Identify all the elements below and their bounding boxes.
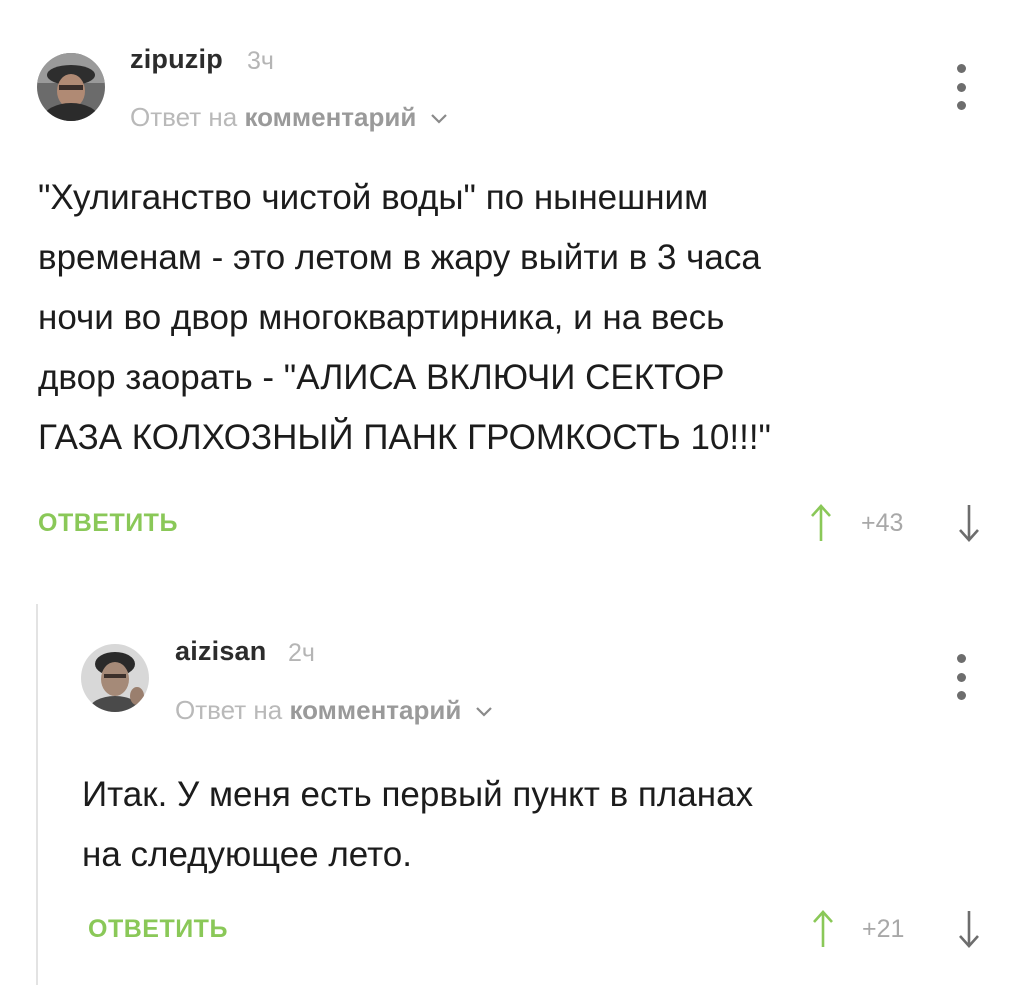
upvote-arrow-icon[interactable] — [812, 909, 834, 949]
avatar[interactable] — [81, 644, 149, 712]
more-dot — [956, 691, 966, 700]
chevron-down-icon — [430, 114, 447, 124]
more-dot — [956, 64, 966, 73]
comment-line: ночи во двор многоквартирника, и на весь — [38, 298, 725, 337]
comment-line: двор заорать - "АЛИСА ВКЛЮЧИ СЕКТОР — [38, 358, 725, 397]
rating-count: +43 — [861, 509, 904, 537]
upvote-arrow-icon[interactable] — [810, 503, 832, 543]
user-avatar-icon — [81, 644, 149, 712]
username[interactable]: zipuzip — [130, 44, 223, 75]
comment: aizisan 2ч Ответ на комментарий Итак. У … — [36, 604, 1019, 985]
more-dot — [956, 101, 966, 110]
comment-body: Итак. У меня есть первый пункт в планах … — [82, 765, 982, 885]
user-avatar-icon — [37, 53, 105, 121]
comment-line: временам - это летом в жару выйти в 3 ча… — [38, 238, 761, 277]
comment-line: ГАЗА КОЛХОЗНЫЙ ПАНК ГРОМКОСТЬ 10!!!" — [38, 418, 771, 457]
reply-to-target: комментарий — [244, 102, 417, 132]
more-options-icon[interactable] — [953, 64, 969, 110]
timestamp: 3ч — [247, 47, 274, 75]
more-dot — [956, 654, 966, 663]
reply-to-prefix: Ответ на — [130, 102, 238, 132]
reply-to-target: комментарий — [289, 695, 462, 725]
comment-line: Итак. У меня есть первый пункт в планах — [82, 775, 754, 814]
reply-to-prefix: Ответ на — [175, 695, 283, 725]
more-options-icon[interactable] — [953, 654, 969, 700]
avatar[interactable] — [37, 53, 105, 121]
comment: zipuzip 3ч Ответ на комментарий "Хулиган… — [0, 0, 1019, 580]
reply-to-link[interactable]: Ответ на комментарий — [130, 102, 448, 133]
comment-line: на следующее лето. — [82, 835, 412, 874]
more-dot — [956, 672, 966, 682]
rating-count: +21 — [862, 915, 905, 943]
downvote-arrow-icon[interactable] — [958, 909, 980, 949]
reply-button[interactable]: ОТВЕТИТЬ — [38, 509, 178, 538]
comment-body: "Хулиганство чистой воды" по нынешним вр… — [38, 168, 998, 468]
downvote-arrow-icon[interactable] — [958, 503, 980, 543]
reply-to-link[interactable]: Ответ на комментарий — [175, 695, 493, 726]
username[interactable]: aizisan — [175, 636, 266, 667]
chevron-down-icon — [475, 707, 492, 717]
comment-line: "Хулиганство чистой воды" по нынешним — [38, 178, 709, 217]
timestamp: 2ч — [288, 639, 315, 667]
reply-button[interactable]: ОТВЕТИТЬ — [88, 915, 228, 944]
more-dot — [956, 82, 966, 92]
